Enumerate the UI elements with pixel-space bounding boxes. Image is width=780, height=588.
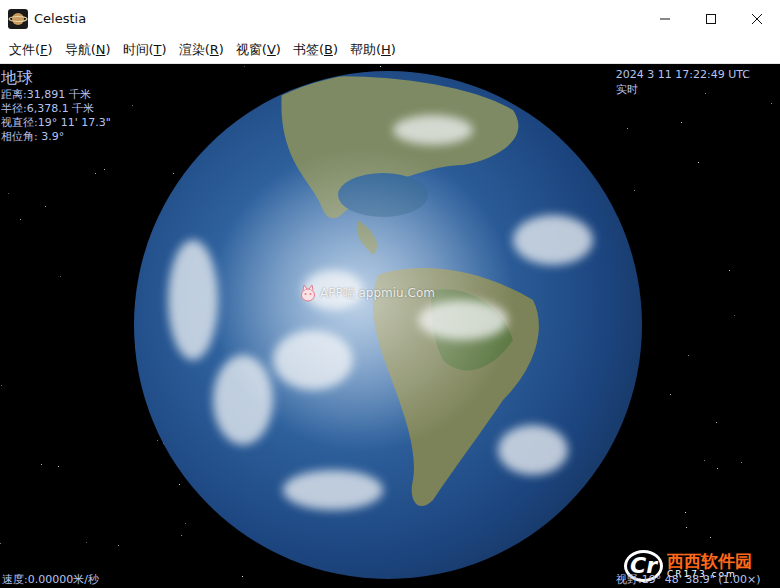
star	[670, 394, 671, 395]
time-mode: 实时	[616, 82, 750, 97]
star	[686, 527, 687, 528]
menu-item[interactable]: 导航(N)	[60, 39, 116, 61]
star	[118, 545, 119, 546]
star	[716, 422, 717, 423]
star	[132, 105, 133, 106]
menu-item[interactable]: 视窗(V)	[231, 39, 286, 61]
star	[181, 535, 182, 536]
window-controls	[642, 0, 780, 37]
star	[20, 219, 21, 220]
menu-bar: 文件(F)导航(N)时间(T)渲染(R)视窗(V)书签(B)帮助(H)	[0, 37, 780, 64]
star	[244, 66, 245, 67]
speed-readout: 速度:0.00000米/秒	[2, 572, 99, 587]
celestia-window: Celestia 文件(F)导航(N)时间(T)渲染(R)视窗(V)书签(B)帮助…	[0, 0, 780, 588]
close-icon	[751, 13, 763, 25]
star	[157, 440, 158, 441]
menu-item[interactable]: 时间(T)	[118, 39, 172, 61]
info-line: 视直径:19° 11' 17.3"	[1, 116, 111, 130]
info-line: 半径:6,378.1 千米	[1, 102, 111, 116]
maximize-button[interactable]	[688, 0, 734, 37]
star	[242, 576, 243, 577]
star	[729, 270, 730, 271]
star	[41, 464, 42, 465]
star	[58, 466, 59, 467]
time-text: 2024 3 11 17:22:49 UTC	[616, 67, 750, 82]
star	[179, 484, 180, 485]
close-button[interactable]	[734, 0, 780, 37]
object-name: 地球	[1, 68, 111, 88]
menu-item[interactable]: 书签(B)	[288, 39, 343, 61]
star	[1, 385, 2, 386]
space-view[interactable]: 地球距离:31,891 千米半径:6,378.1 千米视直径:19° 11' 1…	[0, 64, 780, 588]
star	[771, 103, 772, 104]
fov-readout: 视野:19° 48' 38.9" (1.00×)	[616, 572, 761, 587]
minimize-button[interactable]	[642, 0, 688, 37]
menu-item[interactable]: 帮助(H)	[345, 39, 401, 61]
clock: 2024 3 11 17:22:49 UTC实时	[616, 67, 750, 97]
star	[698, 162, 699, 163]
star	[60, 276, 61, 277]
star	[741, 462, 742, 463]
star	[8, 193, 9, 194]
star	[95, 173, 96, 174]
minimize-icon	[659, 13, 671, 25]
star	[0, 543, 1, 544]
star	[681, 122, 682, 123]
info-line: 相位角: 3.9°	[1, 130, 111, 144]
star	[710, 537, 711, 538]
star	[380, 66, 381, 67]
earth-icon[interactable]	[133, 70, 643, 580]
star	[688, 355, 689, 356]
cat-icon	[300, 284, 316, 302]
site-name: 西西软件园	[667, 552, 752, 571]
star	[627, 128, 628, 129]
star	[685, 512, 686, 513]
star	[45, 206, 46, 207]
watermark: APP喵 appmiu.Com	[300, 284, 435, 302]
menu-item[interactable]: 渲染(R)	[174, 39, 229, 61]
maximize-icon	[705, 13, 717, 25]
star	[104, 169, 105, 170]
star	[185, 523, 186, 524]
star	[734, 315, 735, 316]
info-line: 距离:31,891 千米	[1, 88, 111, 102]
star	[704, 460, 705, 461]
celestia-icon	[8, 9, 28, 29]
star	[173, 173, 174, 174]
star	[634, 190, 635, 191]
star	[705, 93, 706, 94]
title-bar: Celestia	[0, 0, 780, 37]
menu-item[interactable]: 文件(F)	[4, 39, 58, 61]
object-info: 地球距离:31,891 千米半径:6,378.1 千米视直径:19° 11' 1…	[1, 68, 111, 144]
star	[717, 468, 718, 469]
star	[86, 542, 87, 543]
window-title: Celestia	[34, 11, 86, 26]
